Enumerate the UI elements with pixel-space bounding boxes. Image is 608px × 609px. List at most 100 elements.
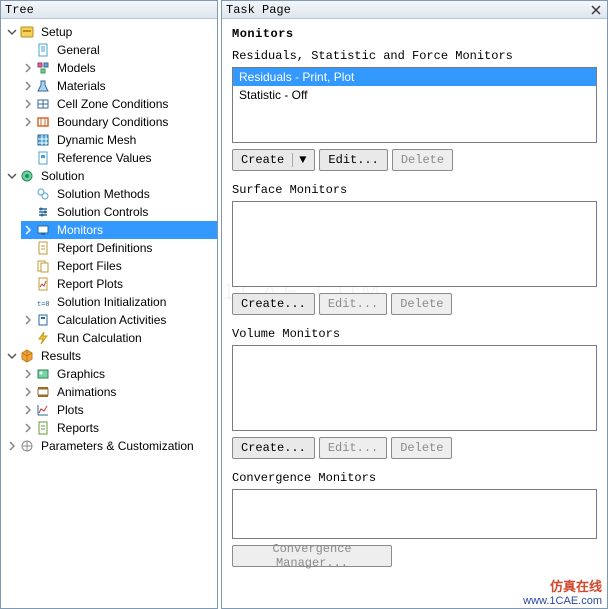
tree-label: Reports	[53, 419, 103, 437]
tree-monitors[interactable]: Monitors	[21, 221, 217, 239]
page-title: Monitors	[232, 27, 597, 41]
volume-listbox[interactable]	[232, 345, 597, 431]
residuals-listbox[interactable]: Residuals - Print, Plot Statistic - Off	[232, 67, 597, 143]
setup-icon	[19, 24, 35, 40]
tree-plots[interactable]: Plots	[21, 401, 217, 419]
tree-label: Report Files	[53, 257, 126, 275]
tree-animations[interactable]: Animations	[21, 383, 217, 401]
tree-report-files[interactable]: Report Files	[21, 257, 217, 275]
edit-button: Edit...	[319, 437, 387, 459]
edit-button[interactable]: Edit...	[319, 149, 387, 171]
chevron-down-icon: ▼	[292, 153, 306, 167]
edit-button: Edit...	[319, 293, 387, 315]
collapse-icon[interactable]	[5, 25, 19, 39]
tree-label: Models	[53, 59, 100, 77]
tree-label: Boundary Conditions	[53, 113, 172, 131]
models-icon	[35, 60, 51, 76]
convergence-listbox[interactable]	[232, 489, 597, 539]
delete-button: Delete	[392, 149, 453, 171]
tree-parameters[interactable]: Parameters & Customization	[5, 437, 217, 455]
calc-activities-icon	[35, 312, 51, 328]
tree-boundary[interactable]: Boundary Conditions	[21, 113, 217, 131]
parameters-icon	[19, 438, 35, 454]
tree-label: Animations	[53, 383, 120, 401]
tree-models[interactable]: Models	[21, 59, 217, 77]
task-title-bar: Task Page	[226, 3, 291, 17]
report-files-icon	[35, 258, 51, 274]
collapse-icon[interactable]	[5, 349, 19, 363]
expand-icon[interactable]	[21, 403, 35, 417]
tree-run-calculation[interactable]: Run Calculation	[21, 329, 217, 347]
list-item[interactable]: Statistic - Off	[233, 86, 596, 104]
tree-title: Tree	[5, 3, 34, 17]
tree-label: Calculation Activities	[53, 311, 170, 329]
residuals-section-label: Residuals, Statistic and Force Monitors	[232, 49, 597, 63]
expand-icon[interactable]	[21, 385, 35, 399]
animations-icon	[35, 384, 51, 400]
init-icon: t=0	[35, 294, 51, 310]
tree-label: Solution	[37, 167, 88, 185]
tree-solution-methods[interactable]: Solution Methods	[21, 185, 217, 203]
expand-icon[interactable]	[21, 115, 35, 129]
expand-icon[interactable]	[21, 367, 35, 381]
tree-initialization[interactable]: t=0 Solution Initialization	[21, 293, 217, 311]
task-pane: Task Page Monitors Residuals, Statistic …	[221, 0, 608, 609]
tree-label: Reference Values	[53, 149, 156, 167]
delete-button: Delete	[391, 293, 452, 315]
volume-section-label: Volume Monitors	[232, 327, 597, 341]
create-button[interactable]: Create...	[232, 437, 315, 459]
expand-icon[interactable]	[21, 223, 35, 237]
tree-label: Parameters & Customization	[37, 437, 198, 455]
expand-icon[interactable]	[5, 439, 19, 453]
tree-label: Solution Methods	[53, 185, 154, 203]
tree-setup[interactable]: Setup	[5, 23, 217, 41]
expand-icon[interactable]	[21, 61, 35, 75]
tree-label: Monitors	[53, 221, 107, 239]
tree-cell-zone[interactable]: Cell Zone Conditions	[21, 95, 217, 113]
close-icon[interactable]	[589, 3, 603, 17]
tree-label: Graphics	[53, 365, 109, 383]
tree-reference-values[interactable]: Reference Values	[21, 149, 217, 167]
graphics-icon	[35, 366, 51, 382]
tree-label: Dynamic Mesh	[53, 131, 140, 149]
task-header: Task Page	[222, 1, 607, 19]
report-def-icon	[35, 240, 51, 256]
cell-zone-icon	[35, 96, 51, 112]
tree-header: Tree	[1, 1, 217, 19]
tree-results[interactable]: Results	[5, 347, 217, 365]
reports-icon	[35, 420, 51, 436]
create-button[interactable]: Create...	[232, 293, 315, 315]
collapse-icon[interactable]	[5, 169, 19, 183]
outline-tree[interactable]: Setup General Models	[1, 19, 217, 608]
tree-label: Plots	[53, 401, 88, 419]
create-dropdown-button[interactable]: Create ▼	[232, 149, 315, 171]
controls-icon	[35, 204, 51, 220]
tree-calc-activities[interactable]: Calculation Activities	[21, 311, 217, 329]
tree-solution[interactable]: Solution	[5, 167, 217, 185]
tree-report-definitions[interactable]: Report Definitions	[21, 239, 217, 257]
surface-listbox[interactable]	[232, 201, 597, 287]
tree-label: General	[53, 41, 104, 59]
list-item[interactable]: Residuals - Print, Plot	[233, 68, 596, 86]
delete-button: Delete	[391, 437, 452, 459]
tree-label: Report Definitions	[53, 239, 156, 257]
solution-icon	[19, 168, 35, 184]
expand-icon[interactable]	[21, 97, 35, 111]
tree-graphics[interactable]: Graphics	[21, 365, 217, 383]
expand-icon[interactable]	[21, 79, 35, 93]
tree-general[interactable]: General	[21, 41, 217, 59]
tree-reports[interactable]: Reports	[21, 419, 217, 437]
flask-icon	[35, 78, 51, 94]
tree-solution-controls[interactable]: Solution Controls	[21, 203, 217, 221]
tree-label: Solution Controls	[53, 203, 152, 221]
tree-report-plots[interactable]: Report Plots	[21, 275, 217, 293]
tree-dynamic-mesh[interactable]: Dynamic Mesh	[21, 131, 217, 149]
monitors-icon	[35, 222, 51, 238]
tree-materials[interactable]: Materials	[21, 77, 217, 95]
convergence-section-label: Convergence Monitors	[232, 471, 597, 485]
plots-icon	[35, 402, 51, 418]
expand-icon[interactable]	[21, 313, 35, 327]
task-body: Monitors Residuals, Statistic and Force …	[222, 19, 607, 608]
svg-text:t=0: t=0	[37, 300, 50, 308]
expand-icon[interactable]	[21, 421, 35, 435]
